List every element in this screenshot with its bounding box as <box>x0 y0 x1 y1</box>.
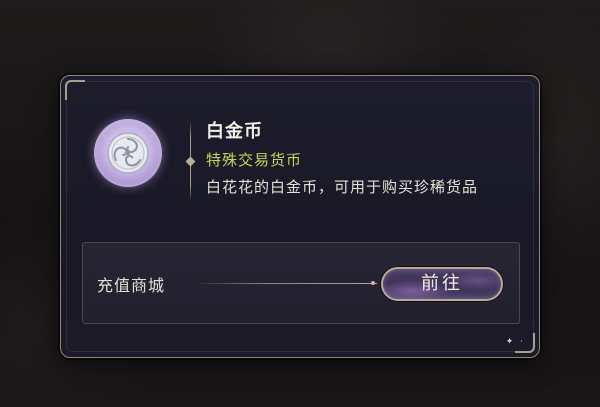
divider-ornament <box>185 156 196 167</box>
swirl-icon <box>107 132 149 174</box>
sparkle-decoration: ✦ · <box>505 337 525 347</box>
item-name: 白金币 <box>206 121 263 142</box>
source-label: 充值商城 <box>97 276 166 295</box>
goto-button[interactable]: 前往 <box>381 267 503 301</box>
item-type: 特殊交易货币 <box>206 151 303 169</box>
item-description: 白花花的白金币，可用于购买珍稀货品 <box>206 178 479 196</box>
corner-ornament <box>65 80 85 100</box>
platinum-coin-icon <box>94 119 162 187</box>
source-row: 充值商城 前往 <box>82 242 520 324</box>
connector-line <box>193 283 377 284</box>
connector-dot <box>371 281 375 285</box>
item-detail-panel: 白金币 特殊交易货币 白花花的白金币，可用于购买珍稀货品 充值商城 前往 ✦ · <box>60 75 540 358</box>
